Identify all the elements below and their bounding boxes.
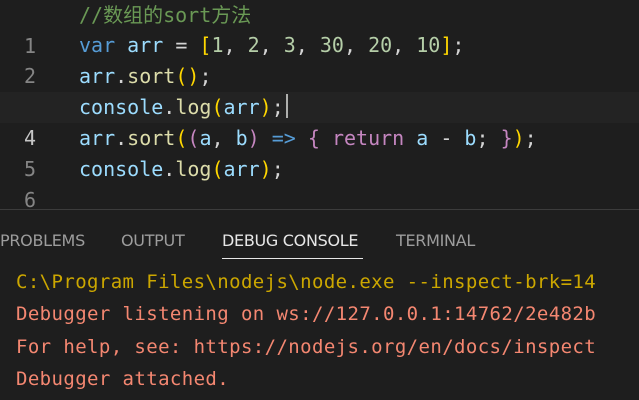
code-text[interactable]: console.log(arr); (79, 154, 284, 185)
code-token: } (500, 126, 513, 150)
console-line: Debugger attached. (16, 368, 230, 390)
code-token: a (416, 126, 429, 150)
code-token: var (79, 33, 116, 57)
console-line: For help, see: https://nodejs.org/en/doc… (16, 336, 597, 358)
code-token: arr (127, 33, 164, 57)
code-token: 3 (283, 33, 296, 57)
code-token: 10 (416, 33, 441, 57)
code-token: ( (187, 126, 200, 150)
code-token: ) (259, 157, 272, 181)
code-token: ) (247, 126, 260, 150)
code-token: . (115, 64, 128, 88)
code-token: console (79, 95, 164, 119)
tab-terminal[interactable]: TERMINAL (396, 231, 475, 251)
code-text[interactable]: console.log(arr); (79, 92, 288, 123)
code-token: 1 (211, 33, 224, 57)
code-token: console (79, 157, 164, 181)
code-text[interactable]: //数组的sort方法 (79, 0, 251, 31)
code-token: , (259, 33, 284, 57)
code-token: - (428, 126, 465, 150)
code-token: ; (271, 157, 284, 181)
code-line[interactable]: 1 //数组的sort方法 (0, 0, 639, 58)
code-token: arr (223, 95, 260, 119)
code-token: , (295, 33, 320, 57)
code-token: [ (199, 33, 212, 57)
code-token: ; (199, 64, 212, 88)
code-token: ; (524, 126, 537, 150)
line-number: 6 (23, 188, 36, 208)
code-line-active[interactable]: 4 console.log(arr); (0, 92, 639, 150)
code-token: , (343, 33, 369, 57)
tab-debug-console[interactable]: DEBUG CONSOLE (222, 231, 359, 251)
code-line[interactable]: 5 arr.sort((a, b) => { return a - b; }); (0, 123, 639, 181)
code-token: log (175, 157, 212, 181)
code-token: . (163, 157, 176, 181)
code-token: arr (79, 126, 116, 150)
code-token: a (199, 126, 212, 150)
code-token: ; (476, 126, 501, 150)
code-line[interactable]: 3 arr.sort(); (0, 61, 639, 119)
code-text[interactable]: var arr = [1, 2, 3, 30, 20, 10]; (79, 30, 464, 61)
code-token: ( (175, 126, 188, 150)
code-token: () (175, 64, 200, 88)
code-token: , (223, 33, 248, 57)
code-token: ; (271, 95, 284, 119)
console-line: Debugger listening on ws://127.0.0.1:147… (16, 303, 597, 325)
console-line: C:\Program Files\nodejs\node.exe --inspe… (16, 271, 597, 293)
code-token: => (271, 126, 296, 150)
code-text[interactable]: arr.sort((a, b) => { return a - b; }); (79, 123, 537, 154)
code-token: , (211, 126, 236, 150)
code-token: . (115, 126, 128, 150)
code-token: b (464, 126, 477, 150)
code-token: ( (211, 95, 224, 119)
code-token: arr (223, 157, 260, 181)
tab-output[interactable]: OUTPUT (121, 231, 185, 251)
code-token: = (163, 33, 200, 57)
bottom-panel: PROBLEMS OUTPUT DEBUG CONSOLE TERMINAL C… (0, 210, 639, 400)
tab-problems[interactable]: PROBLEMS (0, 231, 85, 251)
code-token: arr (79, 64, 116, 88)
code-token: ) (259, 95, 272, 119)
code-token: ; (452, 33, 465, 57)
code-token: //数组的sort方法 (79, 3, 252, 27)
active-tab-indicator (222, 258, 363, 259)
code-token: return (331, 126, 405, 150)
code-token: 30 (319, 33, 344, 57)
code-token: , (392, 33, 417, 57)
code-line[interactable]: 2 var arr = [1, 2, 3, 30, 20, 10]; (0, 30, 639, 88)
code-editor[interactable]: 1 //数组的sort方法 2 var arr = [1, 2, 3, 30, … (0, 0, 639, 208)
code-token: sort (127, 64, 176, 88)
code-token: . (163, 95, 176, 119)
code-token: b (235, 126, 248, 150)
code-token: 20 (368, 33, 393, 57)
code-text[interactable]: arr.sort(); (79, 61, 211, 92)
code-token: ( (211, 157, 224, 181)
code-token: ) (512, 126, 525, 150)
code-line[interactable]: 6 console.log(arr); (0, 154, 639, 208)
code-token: { (307, 126, 320, 150)
text-cursor (285, 94, 288, 118)
code-token: ] (440, 33, 453, 57)
code-token: 2 (247, 33, 260, 57)
code-token: log (175, 95, 212, 119)
vscode-window: 1 //数组的sort方法 2 var arr = [1, 2, 3, 30, … (0, 0, 639, 400)
code-token: sort (127, 126, 176, 150)
